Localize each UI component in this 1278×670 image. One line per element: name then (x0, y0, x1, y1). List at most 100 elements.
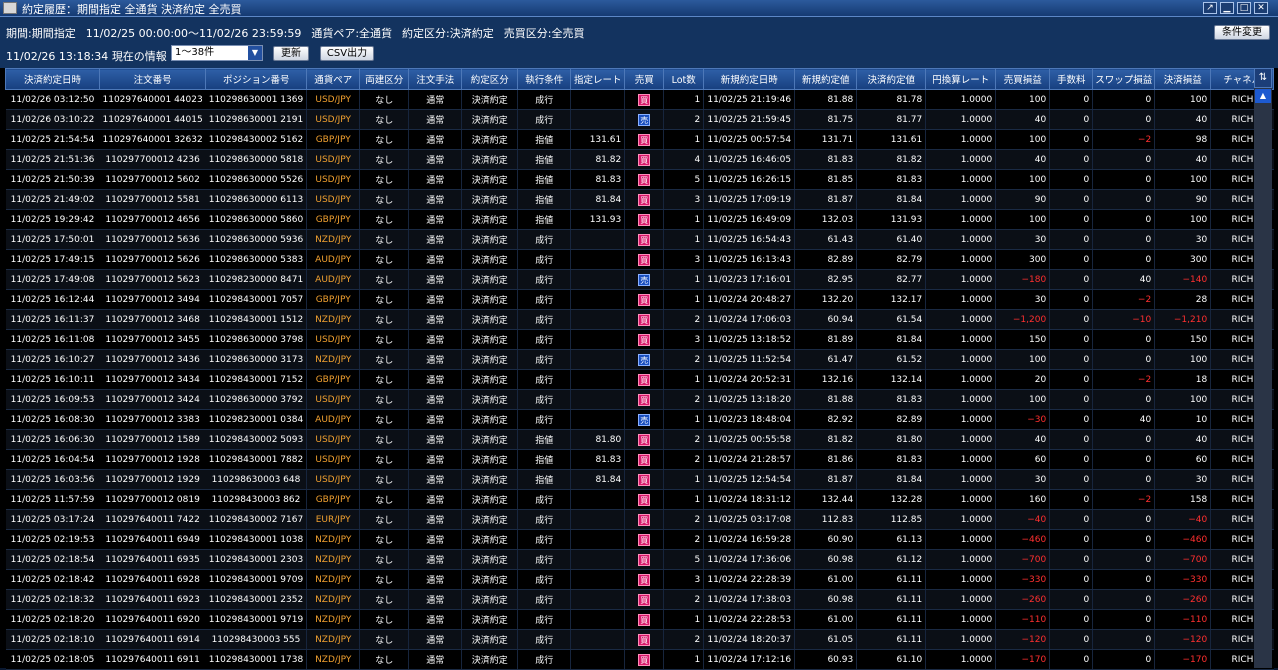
table-row[interactable]: 11/02/25 02:18:54 110297640011 6935 110298… (5, 549, 1274, 570)
table-row[interactable]: 11/02/25 21:49:02 110297700012 5581 110298… (5, 189, 1274, 210)
table-row[interactable]: 11/02/25 02:19:53 110297640011 6949 110298… (5, 529, 1274, 550)
cell-fee: 0 (1049, 469, 1093, 490)
cell-swap: 0 (1092, 529, 1155, 550)
table-row[interactable]: 11/02/25 16:10:11 110297700012 3434 110298… (5, 369, 1274, 390)
cell-dt: 11/02/25 16:09:53 (5, 389, 100, 410)
table-row[interactable]: 11/02/25 17:49:08 110297700012 5623 110298… (5, 269, 1274, 290)
table-row[interactable]: 11/02/25 02:18:32 110297640011 6923 110298… (5, 589, 1274, 610)
column-header[interactable]: 新規約定日時 (703, 68, 796, 90)
minimize-button[interactable]: ▁ (1220, 2, 1234, 14)
cell-lot: 2 (663, 529, 704, 550)
pin-icon[interactable]: ↗ (1203, 2, 1217, 14)
table-row[interactable]: 11/02/25 02:18:10 110297640011 6914 110298… (5, 629, 1274, 650)
table-row[interactable]: 11/02/25 02:18:42 110297640011 6928 110298… (5, 569, 1274, 590)
cell-lot: 3 (663, 329, 704, 350)
cell-open: 60.94 (794, 309, 857, 330)
cell-lot: 1 (663, 409, 704, 430)
cell-open: 81.88 (794, 389, 857, 410)
cell-swap: 0 (1092, 149, 1155, 170)
cell-method: 通常 (408, 129, 462, 150)
table-row[interactable]: 11/02/25 16:08:30 110297700012 3383 110298… (5, 409, 1274, 430)
cell-rate: 131.93 (570, 209, 625, 230)
column-header[interactable]: ポジション番号 (205, 68, 308, 90)
cell-side: 買 (624, 489, 664, 510)
cell-open: 81.83 (794, 149, 857, 170)
column-header[interactable]: 円換算レート (925, 68, 997, 90)
window-titlebar: 約定履歴：期間指定 全通貨 決済約定 全売買 ↗ ▁ □ ✕ (0, 0, 1278, 17)
cell-dt: 11/02/25 16:11:37 (5, 309, 100, 330)
column-header[interactable]: 新規約定値 (794, 68, 858, 90)
maximize-button[interactable]: □ (1237, 2, 1251, 14)
cell-close: 132.14 (856, 369, 926, 390)
table-row[interactable]: 11/02/25 16:04:54 110297700012 1928 110298… (5, 449, 1274, 470)
cell-swap: 0 (1092, 189, 1155, 210)
csv-export-button[interactable]: CSV出力 (320, 46, 374, 61)
cell-net: −120 (1154, 629, 1211, 650)
cell-method: 通常 (408, 229, 462, 250)
table-row[interactable]: 11/02/25 16:10:27 110297700012 3436 110298… (5, 349, 1274, 370)
chevron-down-icon[interactable]: ▼ (248, 46, 262, 60)
table-row[interactable]: 11/02/25 16:06:30 110297700012 1589 110298… (5, 429, 1274, 450)
column-header[interactable]: 手数料 (1049, 68, 1094, 90)
table-row[interactable]: 11/02/25 19:29:42 110297700012 4656 110298… (5, 209, 1274, 230)
cell-conv: 1.0000 (925, 429, 996, 450)
change-conditions-button[interactable]: 条件変更 (1214, 25, 1270, 40)
column-header[interactable]: 約定区分 (461, 68, 519, 90)
column-header[interactable]: 決済損益 (1154, 68, 1212, 90)
cell-open: 61.47 (794, 349, 857, 370)
cell-net: −1,210 (1154, 309, 1211, 330)
column-header[interactable]: 注文番号 (98, 68, 207, 90)
column-header[interactable]: 決済約定日時 (5, 68, 100, 90)
table-row[interactable]: 11/02/25 21:50:39 110297700012 5602 110298… (5, 169, 1274, 190)
table-row[interactable]: 11/02/25 16:11:08 110297700012 3455 110298… (5, 329, 1274, 350)
column-header[interactable]: Lot数 (663, 68, 705, 90)
cell-conv: 1.0000 (925, 569, 996, 590)
table-row[interactable]: 11/02/25 21:54:54 110297640001 32632 11029… (5, 129, 1274, 150)
table-row[interactable]: 11/02/25 16:12:44 110297700012 3494 110298… (5, 289, 1274, 310)
cell-side: 売 (624, 269, 664, 290)
column-header[interactable]: 決済約定値 (856, 68, 927, 90)
arrow-up-icon[interactable]: ▲ (1255, 89, 1271, 103)
table-row[interactable]: 11/02/26 03:12:50 110297640001 44023 11029… (5, 89, 1274, 110)
range-select[interactable]: 1〜38件 ▼ (171, 45, 263, 61)
cell-swap: 0 (1092, 429, 1155, 450)
cell-rate: 81.83 (570, 449, 625, 470)
cell-net: 18 (1154, 369, 1211, 390)
column-header[interactable]: 指定レート (570, 68, 626, 90)
refresh-button[interactable]: 更新 (273, 46, 309, 61)
table-row[interactable]: 11/02/25 16:03:56 110297700012 1929 110298… (5, 469, 1274, 490)
table-row[interactable]: 11/02/25 16:09:53 110297700012 3424 110298… (5, 389, 1274, 410)
cell-close: 61.11 (856, 569, 926, 590)
column-header[interactable]: スワップ損益 (1092, 68, 1156, 90)
table-row[interactable]: 11/02/25 11:57:59 110297700012 0819 110298… (5, 489, 1274, 510)
cell-open_dt: 11/02/25 13:18:20 (703, 389, 795, 410)
cell-pl: 40 (995, 149, 1050, 170)
table-row[interactable]: 11/02/25 02:18:05 110297640011 6911 110298… (5, 649, 1274, 670)
column-settings-icon[interactable]: ⇅ (1254, 68, 1272, 88)
cell-open: 60.98 (794, 589, 857, 610)
cell-dt: 11/02/26 03:10:22 (5, 109, 100, 130)
vertical-scrollbar[interactable]: ⇅ ▲ (1254, 68, 1272, 668)
cell-side: 買 (624, 589, 664, 610)
cell-swap: 0 (1092, 329, 1155, 350)
table-row[interactable]: 11/02/25 17:49:15 110297700012 5626 110298… (5, 249, 1274, 270)
cell-open: 81.89 (794, 329, 857, 350)
column-header[interactable]: 売買 (624, 68, 665, 90)
close-button[interactable]: ✕ (1254, 2, 1268, 14)
table-row[interactable]: 11/02/25 17:50:01 110297700012 5636 110298… (5, 229, 1274, 250)
table-row[interactable]: 11/02/25 16:11:37 110297700012 3468 110298… (5, 309, 1274, 330)
column-header[interactable]: 注文手法 (408, 68, 463, 90)
cell-rate (570, 389, 625, 410)
column-header[interactable]: 両建区分 (359, 68, 410, 90)
column-header[interactable]: 売買損益 (995, 68, 1051, 90)
cell-side: 買 (624, 529, 664, 550)
table-row[interactable]: 11/02/26 03:10:22 110297640001 44015 11029… (5, 109, 1274, 130)
column-header[interactable]: 通貨ペア (306, 68, 361, 90)
cell-rate (570, 409, 625, 430)
cell-open_dt: 11/02/25 16:49:09 (703, 209, 795, 230)
column-header[interactable]: 執行条件 (517, 68, 572, 90)
cell-pl: 60 (995, 449, 1050, 470)
table-row[interactable]: 11/02/25 03:17:24 110297640011 7422 110298… (5, 509, 1274, 530)
table-row[interactable]: 11/02/25 21:51:36 110297700012 4236 110298… (5, 149, 1274, 170)
table-row[interactable]: 11/02/25 02:18:20 110297640011 6920 110298… (5, 609, 1274, 630)
